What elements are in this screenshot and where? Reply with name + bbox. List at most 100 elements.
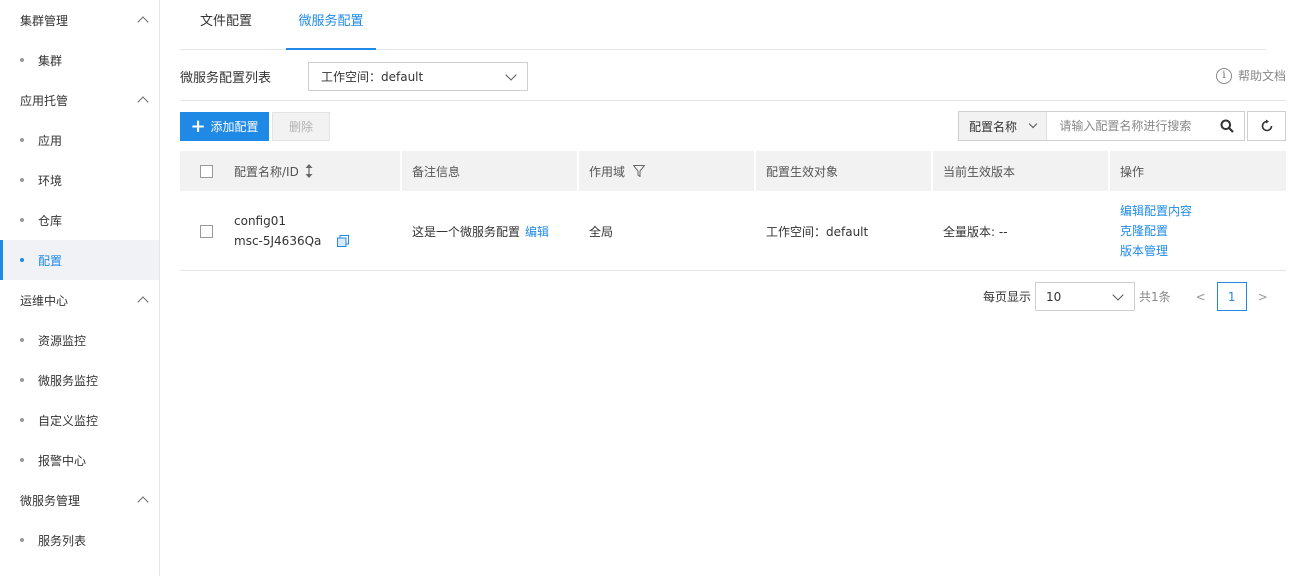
config-id: msc-5J4636Qa bbox=[234, 234, 322, 248]
cell-scope: 全局 bbox=[589, 224, 614, 239]
per-page-select[interactable]: 10 bbox=[1035, 282, 1136, 311]
total-count: 共1条 bbox=[1139, 290, 1171, 304]
tab-microservice-config[interactable]: 微服务配置 bbox=[286, 0, 376, 50]
next-page-button[interactable]: > bbox=[1253, 290, 1273, 304]
search-field-select[interactable]: 配置名称 bbox=[959, 112, 1048, 140]
current-page-button[interactable]: 1 bbox=[1216, 282, 1247, 311]
sidebar-item-label: 微服务监控 bbox=[38, 373, 99, 388]
th-scope-label: 作用域 bbox=[589, 164, 626, 179]
delete-button[interactable]: 删除 bbox=[272, 112, 330, 141]
cell-remark: 这是一个微服务配置 编辑 bbox=[402, 191, 579, 271]
th-target: 配置生效对象 bbox=[756, 151, 933, 191]
workspace-select[interactable]: 工作空间：default bbox=[308, 62, 528, 91]
bullet-icon bbox=[20, 538, 24, 542]
cell-name: config01 msc-5J4636Qa bbox=[224, 191, 402, 271]
bullet-icon bbox=[20, 338, 24, 342]
th-remark-label: 备注信息 bbox=[412, 164, 461, 179]
version-manage-link[interactable]: 版本管理 bbox=[1120, 241, 1168, 261]
per-page-value: 10 bbox=[1046, 289, 1062, 304]
bullet-icon bbox=[20, 458, 24, 462]
bullet-icon bbox=[20, 418, 24, 422]
th-remark: 备注信息 bbox=[402, 151, 579, 191]
bullet-icon bbox=[20, 58, 24, 62]
per-page-label: 每页显示 bbox=[983, 290, 1032, 304]
sidebar-group-label: 应用托管 bbox=[20, 93, 69, 108]
sidebar-item-label: 自定义监控 bbox=[38, 413, 99, 428]
sidebar-item-alarm-center[interactable]: 报警中心 bbox=[0, 440, 159, 480]
sidebar-item-label: 环境 bbox=[38, 173, 63, 188]
select-all-cell bbox=[180, 151, 224, 191]
sidebar-item-microservice-monitor[interactable]: 微服务监控 bbox=[0, 360, 159, 400]
search-box: 配置名称 bbox=[958, 111, 1245, 141]
bullet-icon bbox=[20, 378, 24, 382]
chevron-up-icon bbox=[137, 496, 149, 508]
copy-icon[interactable] bbox=[337, 235, 350, 247]
sidebar-item-label: 服务列表 bbox=[38, 533, 87, 548]
sidebar-group-cluster[interactable]: 集群管理 bbox=[0, 0, 159, 40]
tab-file-config[interactable]: 文件配置 bbox=[200, 0, 252, 50]
sidebar-item-resource-monitor[interactable]: 资源监控 bbox=[0, 320, 159, 360]
sidebar-group-label: 微服务管理 bbox=[20, 493, 81, 508]
list-title: 微服务配置列表 bbox=[180, 71, 272, 86]
refresh-icon bbox=[1261, 119, 1272, 132]
search-icon bbox=[1220, 119, 1234, 133]
filter-icon[interactable] bbox=[633, 165, 646, 177]
chevron-up-icon bbox=[137, 296, 149, 308]
sort-icon[interactable] bbox=[305, 164, 313, 178]
th-ops-label: 操作 bbox=[1120, 164, 1145, 179]
sidebar-item-app[interactable]: 应用 bbox=[0, 120, 159, 160]
th-target-label: 配置生效对象 bbox=[766, 164, 839, 179]
table-row: config01 msc-5J4636Qa 这是一个微服务配置 编辑 全局 工作… bbox=[180, 191, 1286, 271]
sidebar-item-label: 资源监控 bbox=[38, 333, 87, 348]
search-input[interactable] bbox=[1047, 112, 1210, 140]
sidebar-group-app-hosting[interactable]: 应用托管 bbox=[0, 80, 159, 120]
row-select-cell bbox=[180, 191, 224, 271]
sidebar-item-config[interactable]: 配置 bbox=[0, 240, 159, 280]
cell-ops: 编辑配置内容 克隆配置 版本管理 bbox=[1110, 191, 1286, 271]
sidebar: 集群管理 集群 应用托管 应用 环境 仓库 配置 运维中心 资源监控 微服务监控… bbox=[0, 0, 160, 576]
sidebar-item-label: 集群 bbox=[38, 53, 63, 68]
add-config-button[interactable]: + 添加配置 bbox=[180, 112, 269, 141]
table-header: 配置名称/ID 备注信息 作用域 配置生效对象 当前生效版本 操作 bbox=[180, 151, 1286, 191]
chevron-down-icon bbox=[1029, 119, 1038, 129]
sidebar-group-label: 运维中心 bbox=[20, 293, 69, 308]
search-button[interactable] bbox=[1209, 112, 1244, 140]
select-all-checkbox[interactable] bbox=[200, 164, 213, 178]
edit-config-link[interactable]: 编辑配置内容 bbox=[1120, 201, 1192, 221]
edit-remark-link[interactable]: 编辑 bbox=[525, 223, 549, 240]
bullet-icon bbox=[20, 138, 24, 142]
row-checkbox[interactable] bbox=[200, 224, 213, 238]
refresh-button[interactable] bbox=[1247, 111, 1286, 141]
sidebar-item-cluster[interactable]: 集群 bbox=[0, 40, 159, 80]
chevron-down-icon bbox=[1112, 288, 1124, 301]
chevron-up-icon bbox=[137, 16, 149, 28]
sidebar-item-service-list[interactable]: 服务列表 bbox=[0, 520, 159, 560]
config-id-wrap: msc-5J4636Qa bbox=[234, 234, 350, 248]
sidebar-item-repo[interactable]: 仓库 bbox=[0, 200, 159, 240]
bullet-icon bbox=[20, 258, 24, 262]
clone-config-link[interactable]: 克隆配置 bbox=[1120, 221, 1168, 241]
divider bbox=[180, 100, 1286, 101]
tab-bar: 文件配置 微服务配置 bbox=[180, 0, 1266, 50]
chevron-down-icon bbox=[505, 68, 517, 81]
cell-target: 工作空间：default bbox=[766, 224, 869, 239]
remark-text: 这是一个微服务配置 bbox=[412, 224, 521, 239]
prev-page-button[interactable]: < bbox=[1191, 290, 1211, 304]
sidebar-group-label: 集群管理 bbox=[20, 13, 69, 28]
help-docs-link[interactable]: i 帮助文档 bbox=[1215, 67, 1286, 84]
search-field-label: 配置名称 bbox=[969, 119, 1018, 134]
sidebar-group-microservice-mgmt[interactable]: 微服务管理 bbox=[0, 480, 159, 520]
sidebar-item-label: 仓库 bbox=[38, 213, 63, 228]
workspace-select-value: 工作空间：default bbox=[321, 70, 424, 84]
plus-icon: + bbox=[190, 115, 206, 137]
th-ops: 操作 bbox=[1110, 151, 1286, 191]
sidebar-item-label: 报警中心 bbox=[38, 453, 87, 468]
sidebar-group-ops-center[interactable]: 运维中心 bbox=[0, 280, 159, 320]
bullet-icon bbox=[20, 178, 24, 182]
add-config-label: 添加配置 bbox=[210, 120, 259, 134]
help-docs-label: 帮助文档 bbox=[1237, 69, 1286, 83]
main-content: 文件配置 微服务配置 微服务配置列表 工作空间：default i 帮助文档 +… bbox=[180, 0, 1286, 576]
th-name[interactable]: 配置名称/ID bbox=[224, 151, 402, 191]
sidebar-item-env[interactable]: 环境 bbox=[0, 160, 159, 200]
sidebar-item-custom-monitor[interactable]: 自定义监控 bbox=[0, 400, 159, 440]
